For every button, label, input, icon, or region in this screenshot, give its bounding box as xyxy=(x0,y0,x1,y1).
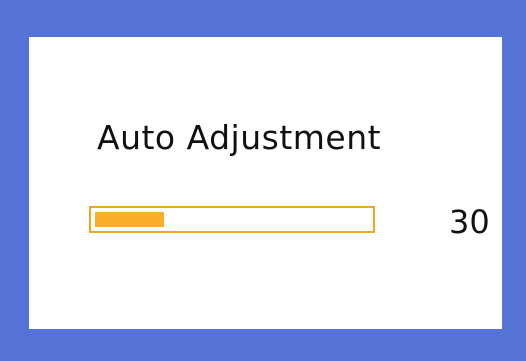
osd-panel: Auto Adjustment 30 xyxy=(29,37,502,329)
osd-title: Auto Adjustment xyxy=(97,118,382,157)
progress-value: 30 xyxy=(449,203,490,241)
progress-bar xyxy=(89,206,375,233)
progress-bar-fill xyxy=(95,212,164,227)
osd-frame: Auto Adjustment 30 xyxy=(0,0,526,361)
